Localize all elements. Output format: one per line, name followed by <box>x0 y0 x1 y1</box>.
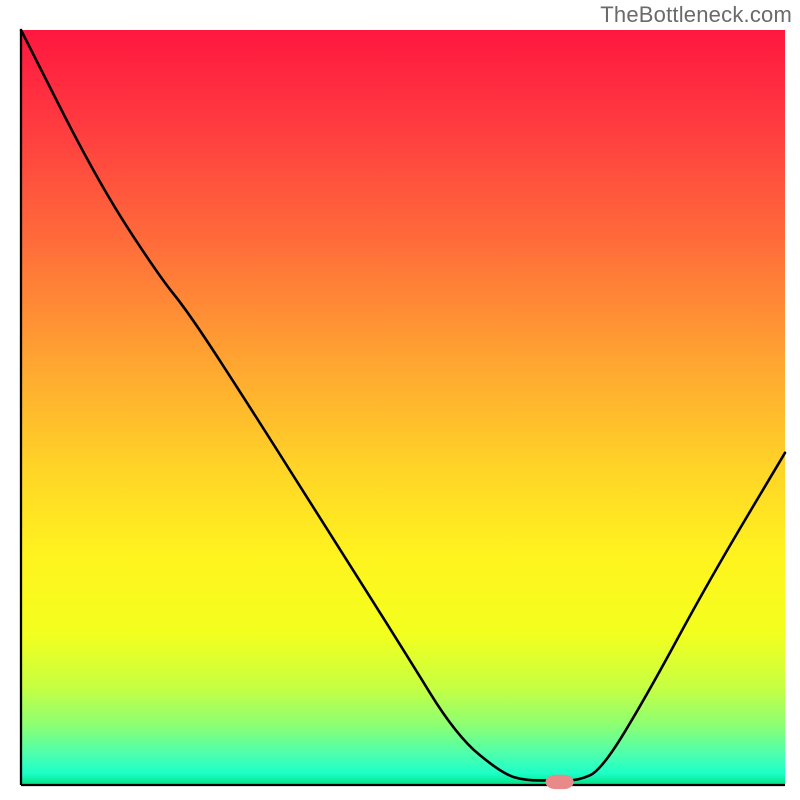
chart-svg <box>0 0 800 800</box>
chart-container: TheBottleneck.com <box>0 0 800 800</box>
chart-background <box>21 30 785 785</box>
chart-pill-marker <box>545 775 573 789</box>
watermark-text: TheBottleneck.com <box>600 2 792 28</box>
